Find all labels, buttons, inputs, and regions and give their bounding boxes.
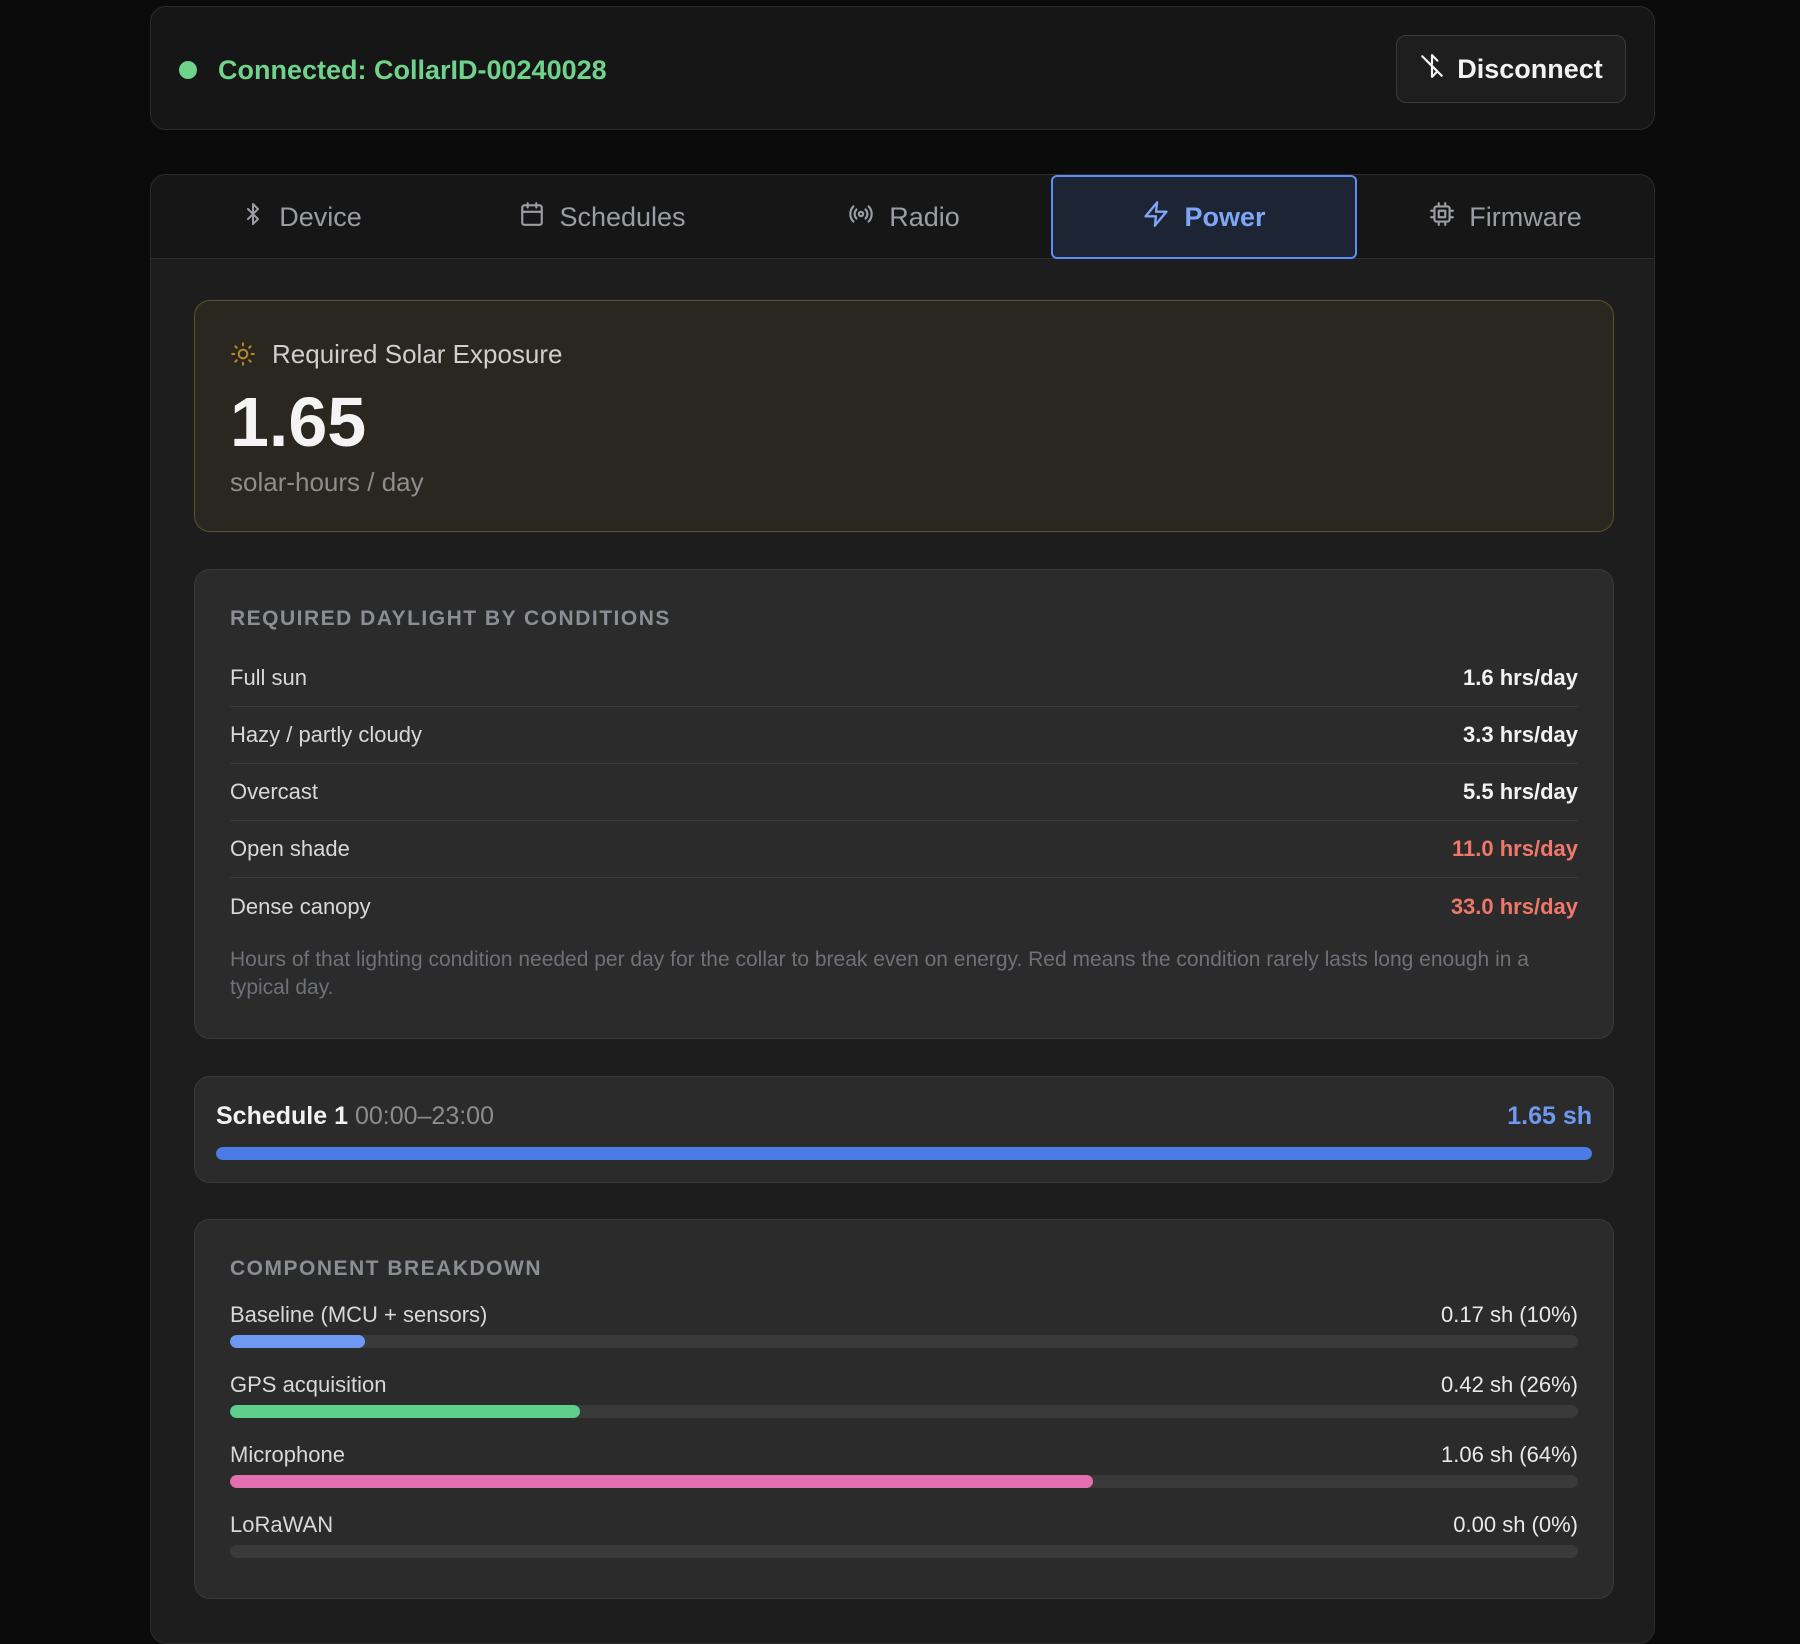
tab-label: Power xyxy=(1184,201,1266,232)
disconnect-label: Disconnect xyxy=(1457,53,1603,84)
component-value: 1.06 sh (64%) xyxy=(1441,1442,1578,1467)
tab-label: Schedules xyxy=(559,201,686,232)
condition-value: 1.6 hrs/day xyxy=(1463,665,1578,690)
solar-exposure-label: Required Solar Exposure xyxy=(272,339,563,369)
component-row: Microphone 1.06 sh (64%) xyxy=(230,1440,1578,1496)
tab-schedules[interactable]: Schedules xyxy=(452,175,753,259)
condition-name: Dense canopy xyxy=(230,893,371,919)
component-name: Baseline (MCU + sensors) xyxy=(230,1302,488,1327)
condition-value: 11.0 hrs/day xyxy=(1452,836,1578,861)
component-name: Microphone xyxy=(230,1442,345,1467)
bluetooth-icon xyxy=(241,202,265,233)
chip-icon xyxy=(1429,201,1455,234)
solar-exposure-value: 1.65 xyxy=(230,383,367,461)
schedule-time: 00:00–23:00 xyxy=(354,1102,494,1130)
component-value: 0.17 sh (10%) xyxy=(1441,1302,1578,1327)
condition-row: Overcast 5.5 hrs/day xyxy=(230,764,1578,821)
component-bar-track xyxy=(230,1405,1578,1418)
component-value: 0.42 sh (26%) xyxy=(1441,1372,1578,1397)
condition-row: Dense canopy 33.0 hrs/day xyxy=(230,878,1578,935)
sun-icon xyxy=(230,341,256,372)
schedule-value: 1.65 sh xyxy=(1507,1102,1592,1130)
condition-row: Open shade 11.0 hrs/day xyxy=(230,821,1578,878)
condition-row: Full sun 1.6 hrs/day xyxy=(230,650,1578,707)
component-name: GPS acquisition xyxy=(230,1372,387,1397)
main-panel: Device Schedules Radio Power Firmware Re… xyxy=(150,174,1655,1644)
condition-name: Overcast xyxy=(230,779,319,804)
section-title: Component Breakdown xyxy=(230,1257,542,1280)
schedule-name: Schedule 1 xyxy=(216,1102,348,1130)
component-value: 0.00 sh (0%) xyxy=(1453,1512,1578,1537)
schedule-title: Schedule 1 00:00–23:00 xyxy=(216,1099,494,1133)
component-bar-fill xyxy=(230,1475,1093,1488)
conditions-note: Hours of that lighting condition needed … xyxy=(230,948,1529,999)
tab-label: Device xyxy=(279,201,362,232)
connection-card: Connected: CollarID-00240028 Disconnect xyxy=(150,6,1655,130)
tab-firmware[interactable]: Firmware xyxy=(1355,175,1654,259)
lightning-icon xyxy=(1142,200,1170,235)
schedule-card: Schedule 1 00:00–23:00 1.65 sh xyxy=(194,1076,1614,1183)
condition-value: 5.5 hrs/day xyxy=(1463,779,1578,804)
solar-exposure-card: Required Solar Exposure 1.65 solar-hours… xyxy=(194,300,1614,532)
section-title: Required Daylight by Conditions xyxy=(230,607,671,630)
tab-bar: Device Schedules Radio Power Firmware xyxy=(151,175,1654,259)
component-bar-track xyxy=(230,1475,1578,1488)
component-name: LoRaWAN xyxy=(230,1512,334,1537)
component-row: Baseline (MCU + sensors) 0.17 sh (10%) xyxy=(230,1300,1578,1356)
radio-broadcast-icon xyxy=(847,201,875,234)
condition-row: Hazy / partly cloudy 3.3 hrs/day xyxy=(230,707,1578,764)
component-breakdown-card: Component Breakdown Baseline (MCU + sens… xyxy=(194,1219,1614,1599)
bluetooth-off-icon xyxy=(1419,53,1445,86)
solar-exposure-unit: solar-hours / day xyxy=(230,467,424,497)
condition-value: 33.0 hrs/day xyxy=(1450,893,1578,919)
tab-radio[interactable]: Radio xyxy=(753,175,1054,259)
connection-status-text: Connected: CollarID-00240028 xyxy=(218,55,607,85)
condition-name: Full sun xyxy=(230,665,308,690)
tab-label: Firmware xyxy=(1469,201,1582,232)
schedule-progress-track xyxy=(216,1147,1592,1160)
tab-device[interactable]: Device xyxy=(151,175,452,259)
component-row: GPS acquisition 0.42 sh (26%) xyxy=(230,1370,1578,1426)
component-bar-fill xyxy=(230,1335,365,1348)
condition-value: 3.3 hrs/day xyxy=(1463,722,1578,747)
component-row: LoRaWAN 0.00 sh (0%) xyxy=(230,1510,1578,1566)
daylight-conditions-card: Required Daylight by Conditions Full sun… xyxy=(194,569,1614,1039)
condition-name: Hazy / partly cloudy xyxy=(230,722,422,747)
tab-label: Radio xyxy=(889,201,960,232)
schedule-progress-fill xyxy=(216,1147,1592,1160)
disconnect-button[interactable]: Disconnect xyxy=(1396,35,1626,103)
calendar-icon xyxy=(519,201,545,234)
component-bar-track xyxy=(230,1545,1578,1558)
component-bar-track xyxy=(230,1335,1578,1348)
condition-name: Open shade xyxy=(230,836,350,861)
tab-power[interactable]: Power xyxy=(1051,175,1357,259)
component-bar-fill xyxy=(230,1405,581,1418)
connection-status-dot xyxy=(179,61,197,79)
